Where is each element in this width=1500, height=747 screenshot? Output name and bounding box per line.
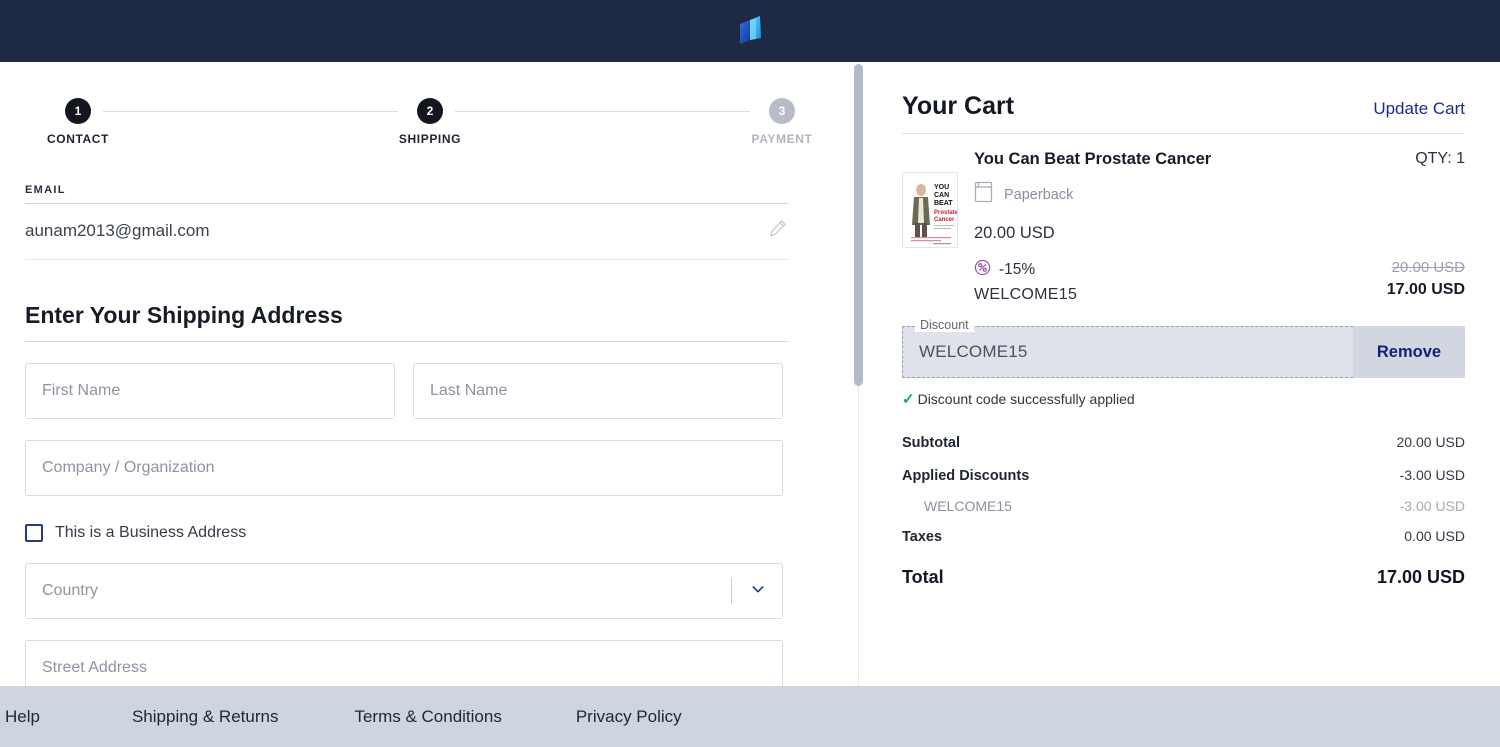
- product-name: You Can Beat Prostate Cancer: [974, 150, 1212, 168]
- discount-success-text: Discount code successfully applied: [917, 391, 1135, 407]
- step-number-3: 3: [769, 98, 795, 124]
- cart-title: Your Cart: [902, 92, 1015, 120]
- cart-summary-column: Your Cart Update Cart YOU CAN BEAT Prost…: [872, 62, 1500, 686]
- totals-row-taxes: Taxes 0.00 USD: [902, 520, 1465, 553]
- stepper-step-contact[interactable]: 1 CONTACT: [33, 98, 123, 146]
- stepper-step-payment[interactable]: 3 PAYMENT: [737, 98, 827, 146]
- discount-success-message: ✓ Discount code successfully applied: [902, 390, 1465, 408]
- product-price: 20.00 USD: [974, 224, 1055, 242]
- book-icon: [974, 181, 993, 208]
- email-value: aunam2013@gmail.com: [25, 220, 210, 240]
- grand-total-value: 17.00 USD: [1376, 567, 1465, 587]
- company-input[interactable]: Company / Organization: [25, 440, 783, 496]
- product-thumbnail[interactable]: YOU CAN BEAT Prostate Cancer: [902, 172, 958, 248]
- cart-line-item: YOU CAN BEAT Prostate Cancer You Can Bea…: [902, 134, 1465, 304]
- totals-value: 20.00 USD: [1396, 434, 1465, 450]
- totals-value: -3.00 USD: [1399, 498, 1465, 514]
- update-cart-link[interactable]: Update Cart: [1373, 99, 1465, 119]
- product-discount-percent: -15%: [999, 261, 1036, 278]
- product-price-discounted: 17.00 USD: [1386, 281, 1465, 298]
- totals-value: 0.00 USD: [1404, 528, 1465, 544]
- scrollbar-thumb[interactable]: [854, 64, 863, 386]
- site-footer: Help Shipping & Returns Terms & Conditio…: [0, 686, 1500, 747]
- business-address-label: This is a Business Address: [55, 524, 247, 541]
- country-select[interactable]: Country: [25, 563, 783, 619]
- discount-code-input[interactable]: Discount WELCOME15: [902, 318, 1353, 378]
- business-address-row[interactable]: This is a Business Address: [25, 524, 788, 542]
- svg-text:Prostate: Prostate: [934, 210, 958, 216]
- product-format-row: Paperback: [974, 181, 1465, 208]
- product-discount-row: -15% WELCOME15 20.00 USD 17.00 USD: [974, 259, 1465, 304]
- chevron-down-icon[interactable]: [750, 581, 782, 602]
- footer-link-terms-conditions[interactable]: Terms & Conditions: [354, 707, 501, 727]
- totals-row-discount-detail: WELCOME15 -3.00 USD: [902, 492, 1465, 520]
- svg-text:YOU: YOU: [934, 184, 949, 191]
- step-label-shipping: SHIPPING: [398, 132, 462, 146]
- remove-discount-button[interactable]: Remove: [1353, 326, 1465, 378]
- checkout-body: 1 CONTACT 2 SHIPPING 3 PAYMENT EMAIL aun…: [0, 62, 1500, 686]
- totals-label: Subtotal: [902, 435, 960, 451]
- email-row: aunam2013@gmail.com: [25, 204, 788, 260]
- stepper-step-shipping[interactable]: 2 SHIPPING: [385, 98, 475, 146]
- cart-totals: Subtotal 20.00 USD Applied Discounts -3.…: [902, 426, 1465, 596]
- last-name-input[interactable]: Last Name: [413, 363, 783, 419]
- totals-row-applied-discounts: Applied Discounts -3.00 USD: [902, 459, 1465, 492]
- discount-input-legend: Discount: [915, 318, 974, 332]
- open-book-logo-icon[interactable]: [730, 11, 770, 51]
- step-label-payment: PAYMENT: [751, 132, 813, 146]
- totals-row-grand-total: Total 17.00 USD: [902, 553, 1465, 596]
- select-divider: [731, 578, 732, 604]
- product-discount-code: WELCOME15: [974, 286, 1078, 303]
- business-address-checkbox[interactable]: [25, 524, 43, 542]
- step-number-2: 2: [417, 98, 443, 124]
- edit-email-pencil-icon[interactable]: [768, 218, 788, 243]
- first-name-input[interactable]: First Name: [25, 363, 395, 419]
- svg-text:CAN: CAN: [934, 192, 949, 199]
- totals-row-subtotal: Subtotal 20.00 USD: [902, 426, 1465, 459]
- stepper-connector-2: [455, 111, 750, 112]
- checkout-page: 1 CONTACT 2 SHIPPING 3 PAYMENT EMAIL aun…: [0, 0, 1500, 747]
- country-select-value: Country: [42, 582, 99, 599]
- step-label-contact: CONTACT: [47, 132, 109, 146]
- email-section: EMAIL aunam2013@gmail.com: [25, 184, 788, 260]
- company-field-row: Company / Organization: [25, 440, 788, 496]
- street-field-row: Street Address: [25, 640, 788, 686]
- totals-label: WELCOME15: [924, 498, 1012, 514]
- page-scrollbar[interactable]: [854, 62, 864, 686]
- email-label: EMAIL: [25, 184, 66, 196]
- country-field-row: Country: [25, 563, 788, 619]
- site-header: [0, 0, 1500, 62]
- check-icon: ✓: [902, 391, 915, 408]
- totals-label: Applied Discounts: [902, 468, 1030, 484]
- discount-code-value: WELCOME15: [919, 342, 1028, 361]
- product-price-original: 20.00 USD: [1391, 259, 1465, 276]
- checkout-stepper: 1 CONTACT 2 SHIPPING 3 PAYMENT: [25, 98, 812, 156]
- grand-total-label: Total: [902, 567, 944, 587]
- svg-text:BEAT: BEAT: [934, 200, 953, 207]
- cart-header: Your Cart Update Cart: [902, 92, 1465, 134]
- svg-text:Cancer: Cancer: [934, 217, 955, 223]
- product-format-label: Paperback: [1004, 186, 1074, 203]
- footer-link-privacy-policy[interactable]: Privacy Policy: [576, 707, 682, 727]
- totals-label: Taxes: [902, 529, 943, 545]
- discount-code-group: Discount WELCOME15 Remove: [902, 318, 1465, 378]
- step-number-1: 1: [65, 98, 91, 124]
- street-address-input[interactable]: Street Address: [25, 640, 783, 686]
- checkout-form-column: 1 CONTACT 2 SHIPPING 3 PAYMENT EMAIL aun…: [0, 62, 858, 686]
- percent-icon: [974, 259, 991, 281]
- footer-links: Help Shipping & Returns Terms & Conditio…: [0, 707, 682, 727]
- footer-link-help[interactable]: Help: [5, 707, 40, 727]
- product-quantity: QTY: 1: [1415, 150, 1465, 167]
- totals-value: -3.00 USD: [1399, 467, 1465, 483]
- shipping-address-heading: Enter Your Shipping Address: [25, 302, 788, 342]
- name-fields-row: First Name Last Name: [25, 363, 788, 419]
- footer-link-shipping-returns[interactable]: Shipping & Returns: [132, 707, 278, 727]
- stepper-connector-1: [103, 111, 398, 112]
